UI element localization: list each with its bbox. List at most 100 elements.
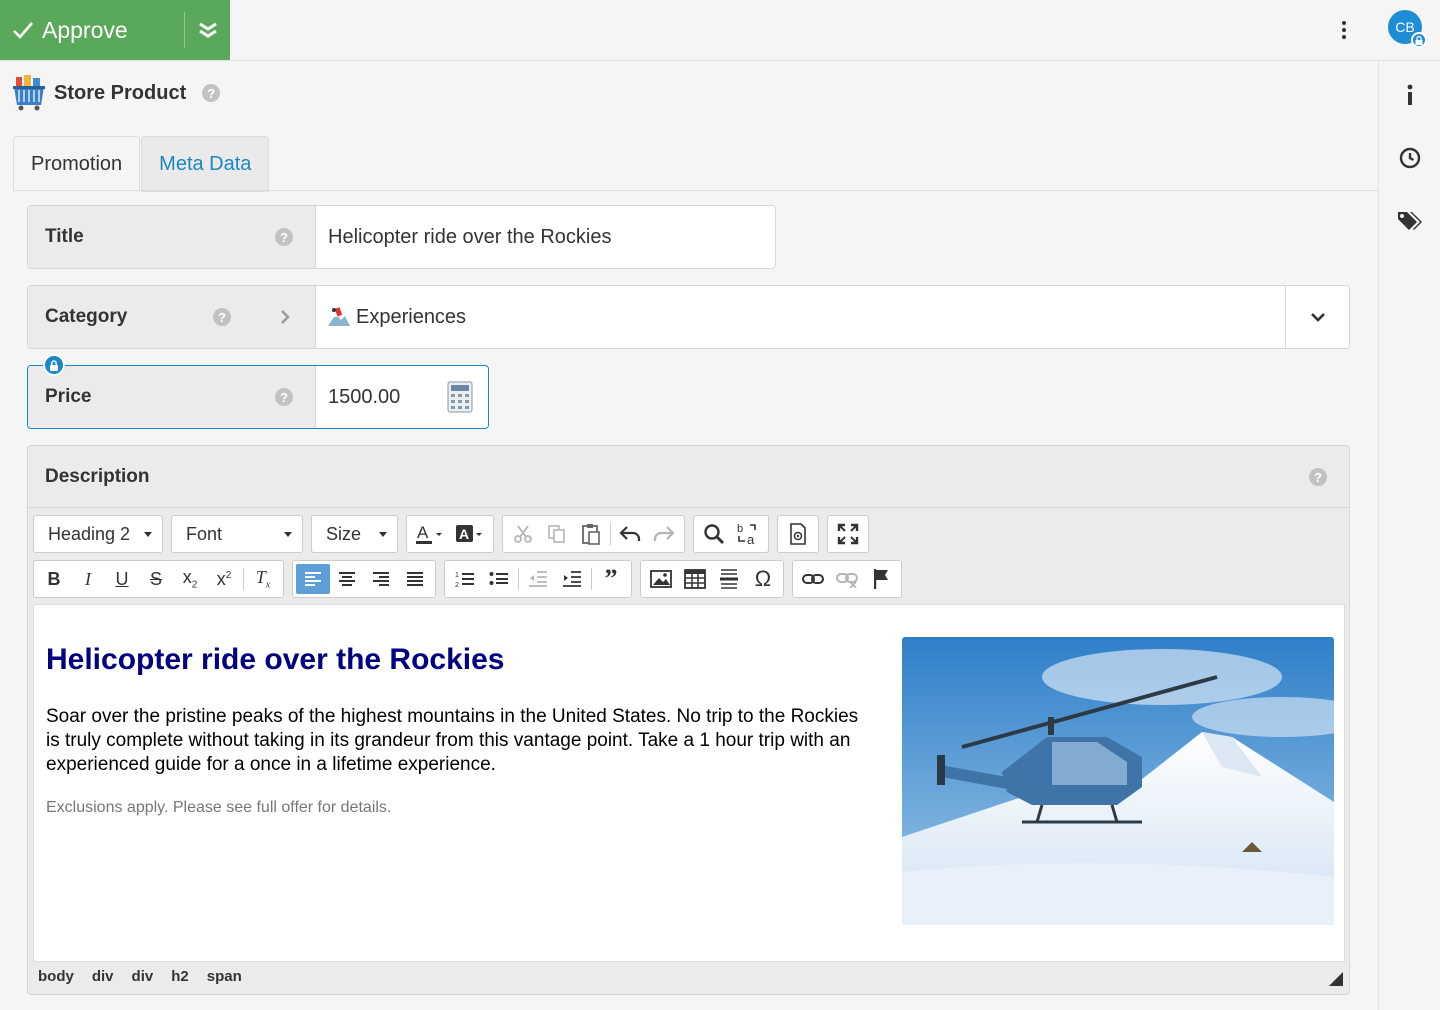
underline-icon[interactable]: U [105,564,139,594]
more-options-icon[interactable] [1334,18,1354,42]
font-value: Font [186,523,223,544]
lock-icon[interactable] [43,354,65,376]
background-color-icon[interactable]: A [450,519,490,549]
find-replace-icon[interactable]: ba [731,519,765,549]
bulleted-list-icon[interactable] [482,564,516,594]
helicopter-image[interactable] [902,637,1334,925]
bold-icon[interactable]: B [37,564,71,594]
chevron-right-icon[interactable] [279,309,291,325]
link-group [792,560,902,598]
help-icon[interactable]: ? [202,84,221,102]
caret-down-icon [144,531,152,537]
copy-icon[interactable] [540,519,574,549]
find-group: ba [693,515,769,553]
content-note[interactable]: Exclusions apply. Please see full offer … [46,799,391,817]
price-label: Price [45,386,92,407]
find-icon[interactable] [697,519,731,549]
shopping-basket-icon [13,75,45,111]
category-value: Experiences [356,305,467,328]
category-dropdown-button[interactable] [1285,286,1349,348]
svg-text:A: A [459,526,469,542]
link-icon[interactable] [796,564,830,594]
approve-button[interactable]: Approve [0,0,184,60]
preview-icon[interactable] [781,519,815,549]
image-icon[interactable] [644,564,678,594]
tab-divider [13,190,1378,191]
workflow-menu-button[interactable] [185,0,230,60]
tab-promotion[interactable]: Promotion [13,136,141,192]
editor-toolbar-row-1: Heading 2 Font Size A A b a [33,515,877,553]
table-icon[interactable] [678,564,712,594]
align-left-icon[interactable] [296,564,330,594]
tags-icon[interactable] [1393,204,1427,238]
color-group: A A [406,515,494,553]
editor-toolbar-row-2: B I U S x2 x2 Tx 12 ” Ω [33,560,910,598]
maximize-icon[interactable] [831,519,865,549]
description-header: Description ? [28,446,1349,508]
undo-icon[interactable] [613,519,647,549]
approve-button-group: Approve [0,0,230,60]
subscript-icon[interactable]: x2 [173,564,207,594]
strikethrough-icon[interactable]: S [139,564,173,594]
paste-icon[interactable] [574,519,608,549]
user-avatar[interactable]: CB [1388,10,1427,48]
lock-icon [1411,32,1427,48]
anchor-flag-icon[interactable] [864,564,898,594]
outdent-icon[interactable] [521,564,555,594]
horizontal-line-icon[interactable] [712,564,746,594]
content-paragraph[interactable]: Soar over the pristine peaks of the high… [46,705,866,777]
align-center-icon[interactable] [330,564,364,594]
path-item[interactable]: body [38,968,74,985]
italic-icon[interactable]: I [71,564,105,594]
info-icon[interactable] [1393,78,1427,112]
svg-text:1: 1 [455,572,459,579]
text-color-icon[interactable]: A [410,519,450,549]
align-justify-icon[interactable] [398,564,432,594]
approve-label: Approve [42,16,128,43]
resize-handle-icon[interactable] [1329,972,1343,986]
numbered-list-icon[interactable]: 12 [448,564,482,594]
title-input[interactable]: Helicopter ride over the Rockies [316,206,775,268]
cut-icon[interactable] [506,519,540,549]
history-clock-icon[interactable] [1393,141,1427,175]
price-input[interactable]: 1500.00 [328,386,400,409]
description-field: Description ? Heading 2 Font Size A A b … [27,445,1350,995]
toolbar-separator [610,523,611,545]
path-item[interactable]: span [207,968,242,985]
unlink-icon[interactable] [830,564,864,594]
element-path-bar: body div div h2 span [38,968,260,985]
chevron-down-icon [1310,313,1325,322]
category-label: Category [45,306,128,327]
redo-icon[interactable] [647,519,681,549]
path-item[interactable]: h2 [171,968,189,985]
blockquote-icon[interactable]: ” [594,564,628,594]
remove-format-icon[interactable]: Tx [246,564,280,594]
help-icon[interactable]: ? [275,388,293,406]
help-icon[interactable]: ? [1309,468,1327,486]
alignment-group [292,560,436,598]
font-select[interactable]: Font [171,515,303,553]
special-character-icon[interactable]: Ω [746,564,780,594]
align-right-icon[interactable] [364,564,398,594]
toolbar-separator [518,568,519,590]
calculator-icon[interactable] [447,381,473,413]
rich-text-editor[interactable]: Helicopter ride over the Rockies Soar ov… [33,604,1345,962]
help-icon[interactable]: ? [275,228,293,246]
svg-text:A: A [417,523,429,542]
page-title: Store Product [54,81,187,104]
indent-icon[interactable] [555,564,589,594]
svg-text:2: 2 [455,582,459,588]
superscript-icon[interactable]: x2 [207,564,241,594]
insert-group: Ω [640,560,784,598]
help-icon[interactable]: ? [213,308,231,326]
tab-meta-data[interactable]: Meta Data [141,136,270,192]
tab-bar: Promotion Meta Data [13,136,270,192]
size-select[interactable]: Size [311,515,398,553]
path-item[interactable]: div [92,968,114,985]
category-select[interactable]: Experiences [316,286,1285,348]
price-field: Price ? 1500.00 [27,354,489,429]
format-select[interactable]: Heading 2 [33,515,163,553]
svg-text:a: a [747,532,755,546]
content-heading[interactable]: Helicopter ride over the Rockies [46,643,505,677]
path-item[interactable]: div [132,968,154,985]
